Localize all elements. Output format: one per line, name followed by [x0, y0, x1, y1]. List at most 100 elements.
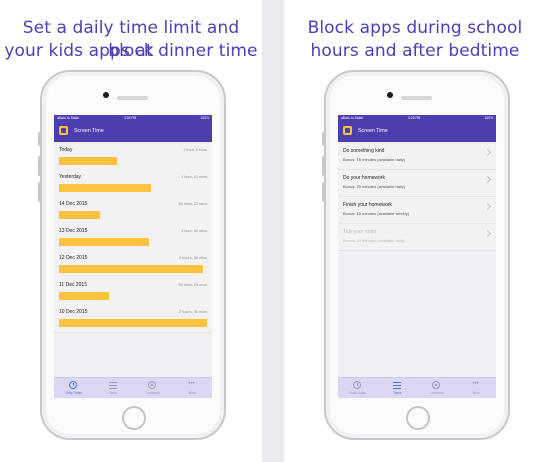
nav-title: Screen Time [358, 128, 388, 134]
chevron-right-icon [483, 202, 492, 211]
right-phone-frame: ◂Back to Safari 3:26 PM 100% Screen Time… [322, 70, 510, 440]
mute-switch [322, 132, 324, 146]
tab-bar: Daily Totals Tasks Locations ••• More [54, 377, 212, 398]
tab-tasks[interactable]: Tasks [378, 378, 418, 398]
usage-row[interactable]: Today 1 hour, 5 mins [54, 143, 212, 171]
tab-daily-totals[interactable]: Daily Totals [54, 378, 94, 398]
task-bonus: Bonus: 10 minutes (available weekly) [343, 211, 410, 216]
task-row[interactable]: Finish your homework Bonus: 10 minutes (a… [338, 197, 496, 224]
usage-bar [59, 319, 207, 327]
right-promo-panel: Block apps during school hours and after… [284, 0, 546, 462]
back-to-safari-link[interactable]: ◂Back to Safari [341, 116, 363, 120]
tab-label: Daily Totals [65, 391, 82, 395]
status-time: 3:26 PM [124, 116, 137, 120]
chevron-right-icon [483, 229, 492, 238]
back-to-safari-link[interactable]: ◂Back to Safari [57, 116, 79, 120]
task-bonus: Bonus: 20 minutes (available daily) [343, 184, 406, 189]
list-icon [392, 382, 401, 389]
more-icon: ••• [188, 381, 195, 387]
usage-date: Yesterday [59, 174, 82, 180]
tab-label: Daily Totals [349, 391, 366, 395]
tab-more[interactable]: ••• More [457, 378, 497, 398]
usage-bar [59, 157, 117, 165]
tab-label: More [188, 391, 196, 395]
earpiece-speaker [117, 96, 148, 100]
left-screen: ◂Back to Safari 3:26 PM 100% Screen Time… [54, 115, 212, 398]
clock-icon [353, 381, 361, 389]
nav-bar: Screen Time [338, 121, 496, 142]
usage-date: 11 Dec 2015 [59, 282, 87, 288]
usage-row[interactable]: 14 Dec 2015 46 mins, 22 secs [54, 197, 212, 225]
compass-icon [148, 381, 156, 389]
more-icon: ••• [472, 381, 479, 387]
usage-bar [59, 238, 149, 246]
usage-row[interactable]: 11 Dec 2015 56 mins, 25 secs [54, 278, 212, 306]
usage-bar [59, 184, 151, 192]
nav-bar: Screen Time [54, 121, 212, 142]
front-camera [387, 92, 393, 98]
usage-date: 12 Dec 2015 [59, 255, 88, 261]
earpiece-speaker [401, 96, 432, 100]
usage-duration: 1 hour, 40 mins [181, 229, 207, 233]
battery-level: 100% [484, 116, 493, 120]
usage-row[interactable]: Yesterday 1 hour, 42 mins [54, 170, 212, 198]
task-title: Do something kind [343, 148, 385, 154]
task-row[interactable]: Do something kind Bonus: 15 minutes (avai… [338, 143, 496, 170]
home-button[interactable] [122, 406, 146, 430]
left-promo-panel: Set a daily time limit and block your ki… [0, 0, 262, 462]
usage-duration: 1 hour, 5 mins [183, 148, 207, 152]
right-screen: ◂Back to Safari 3:26 PM 100% Screen Time… [338, 115, 496, 398]
chevron-right-icon [483, 175, 492, 184]
list-icon [108, 382, 117, 389]
tab-label: Tasks [109, 391, 118, 395]
usage-duration: 2 hours, 38 mins [178, 256, 207, 260]
task-row[interactable]: Do your homework Bonus: 20 minutes (avail… [338, 170, 496, 197]
volume-down-button [38, 182, 40, 202]
tab-bar: Daily Totals Tasks Locations ••• More [338, 377, 496, 398]
usage-row[interactable]: 10 Dec 2015 2 hours, 46 mins [54, 305, 212, 333]
task-title: Tidy your room [343, 229, 377, 235]
nav-title: Screen Time [74, 128, 104, 134]
tab-locations[interactable]: Locations [417, 378, 457, 398]
mute-switch [38, 132, 40, 146]
usage-duration: 56 mins, 25 secs [178, 283, 208, 287]
task-row[interactable]: Tidy your room Bonus: 10 minutes (availab… [338, 224, 496, 251]
usage-date: Today [59, 147, 73, 153]
tab-label: Locations [145, 391, 160, 395]
usage-duration: 1 hour, 42 mins [181, 175, 207, 179]
usage-bar [59, 211, 100, 219]
usage-row[interactable]: 13 Dec 2015 1 hour, 40 mins [54, 224, 212, 252]
left-phone-frame: ◂Back to Safari 3:26 PM 100% Screen Time… [38, 70, 226, 440]
front-camera [103, 92, 109, 98]
home-button[interactable] [406, 406, 430, 430]
task-title: Finish your homework [343, 202, 392, 208]
battery-level: 100% [200, 116, 209, 120]
tab-tasks[interactable]: Tasks [94, 378, 134, 398]
usage-bar [59, 265, 203, 273]
status-time: 3:26 PM [408, 116, 421, 120]
task-title: Do your homework [343, 175, 385, 181]
volume-up-button [322, 156, 324, 176]
usage-duration: 2 hours, 46 mins [178, 310, 207, 314]
chevron-right-icon [483, 148, 492, 157]
volume-up-button [38, 156, 40, 176]
usage-duration: 46 mins, 22 secs [178, 202, 208, 206]
usage-bar [59, 292, 109, 300]
usage-date: 13 Dec 2015 [59, 228, 88, 234]
app-logo-icon [59, 126, 68, 135]
app-logo-icon [343, 126, 352, 135]
volume-down-button [322, 182, 324, 202]
tab-daily-totals[interactable]: Daily Totals [338, 378, 378, 398]
task-bonus: Bonus: 15 minutes (available daily) [343, 157, 406, 162]
tab-locations[interactable]: Locations [133, 378, 173, 398]
right-caption-line2: hours and after bedtime [310, 41, 520, 61]
usage-date: 10 Dec 2015 [59, 309, 88, 315]
left-caption-line2: your kids apps at dinner time [4, 41, 258, 61]
tab-label: More [472, 391, 480, 395]
clock-icon [69, 381, 77, 389]
right-caption-line1: Block apps during school [307, 18, 523, 38]
tab-more[interactable]: ••• More [173, 378, 213, 398]
usage-date: 14 Dec 2015 [59, 201, 88, 207]
usage-row[interactable]: 12 Dec 2015 2 hours, 38 mins [54, 251, 212, 279]
tab-label: Locations [429, 391, 444, 395]
